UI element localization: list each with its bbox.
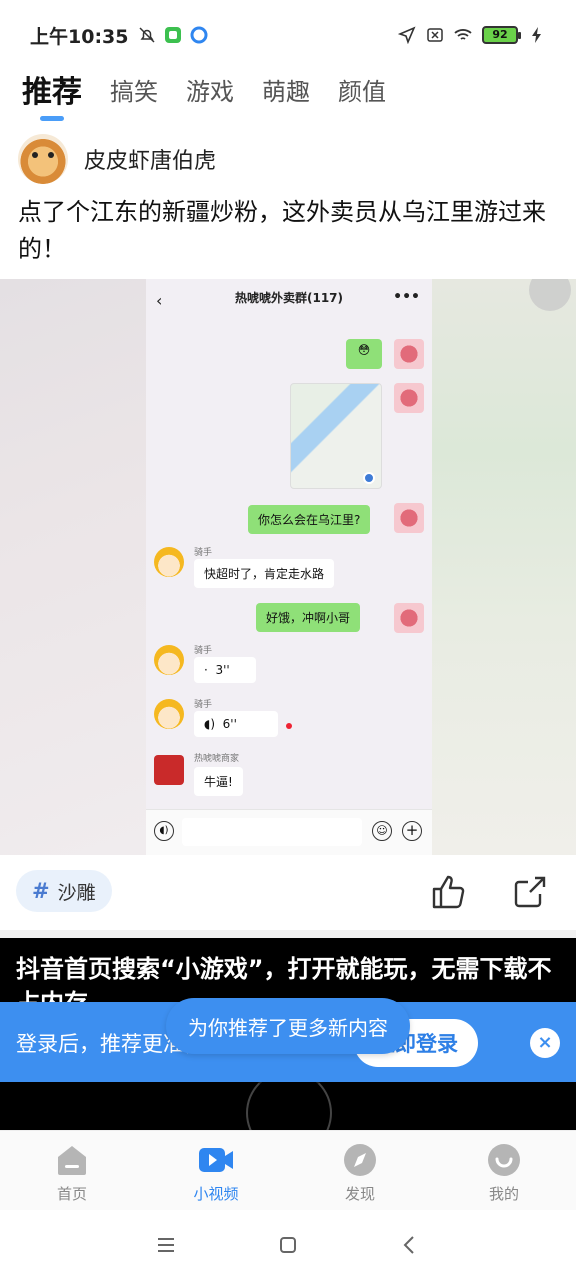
- chat-message: 你怎么会在乌江里?: [248, 505, 371, 534]
- chat-header: ‹ 热唬唬外卖群(117) •••: [146, 289, 432, 315]
- home-icon: [58, 1146, 86, 1175]
- chat-back-icon: ‹: [156, 291, 163, 310]
- chat-avatar-rider: [154, 645, 184, 675]
- tab-games[interactable]: 游戏: [186, 72, 234, 107]
- chat-message: 快超时了，肯定走水路: [194, 559, 335, 588]
- back-icon[interactable]: [399, 1234, 421, 1256]
- chat-sender: 热唬唬商家: [194, 754, 240, 764]
- author-name[interactable]: 皮皮虾唐伯虎: [84, 143, 216, 175]
- tab-recommend[interactable]: 推荐: [22, 67, 82, 121]
- post-author[interactable]: 皮皮虾唐伯虎: [18, 132, 216, 186]
- chat-screenshot: ‹ 热唬唬外卖群(117) ••• 😳 你怎么会在乌江里? 骑手 快超时了，肯定…: [146, 279, 571, 855]
- voice-message: · 3'': [194, 657, 256, 683]
- media-blur-left: [0, 279, 146, 855]
- chat-more-icon: •••: [393, 289, 420, 305]
- system-nav-bar: [0, 1210, 576, 1280]
- status-left-icons: [138, 26, 208, 44]
- status-bar: 上午10:35 92: [0, 0, 576, 70]
- section-divider: [0, 930, 576, 938]
- tab-cute[interactable]: 萌趣: [262, 72, 310, 107]
- chat-avatar-me: [394, 603, 424, 633]
- emoji-icon: ☺: [372, 821, 392, 841]
- chat-map-message: [290, 383, 382, 489]
- app-notification-icon: [165, 27, 182, 43]
- charging-icon: [532, 27, 541, 43]
- nav-discover-label: 发现: [344, 1185, 375, 1203]
- profile-icon: [488, 1144, 520, 1176]
- map-pin-icon: [363, 472, 375, 484]
- tab-funny[interactable]: 搞笑: [110, 72, 158, 107]
- bottom-nav: 首页 小视频 发现 我的: [0, 1130, 576, 1210]
- home-square-icon[interactable]: [277, 1234, 299, 1256]
- status-time: 上午10:35: [30, 25, 129, 48]
- voice-input-icon: ◖): [154, 821, 174, 841]
- chat-sender: 骑手: [194, 646, 213, 656]
- nav-home-label: 首页: [56, 1185, 87, 1203]
- chat-input-bar: ◖) ☺ +: [146, 809, 432, 855]
- mute-notification-icon: [139, 27, 156, 43]
- chat-avatar-me: [394, 383, 424, 413]
- chat-message: 牛逼!: [194, 767, 243, 796]
- topic-tag[interactable]: # 沙雕: [16, 870, 112, 912]
- compass-icon: [344, 1144, 376, 1176]
- chat-group-name: 热唬唬外卖群(117): [234, 291, 344, 305]
- plus-icon: +: [402, 821, 422, 841]
- nav-discover[interactable]: 发现: [288, 1131, 432, 1210]
- chat-avatar-me: [394, 503, 424, 533]
- voice-message: ◖) 6'': [194, 711, 278, 737]
- wifi-icon: [454, 29, 472, 40]
- tab-looks[interactable]: 颜值: [338, 72, 386, 107]
- location-icon: [398, 26, 416, 44]
- post-actions: # 沙雕: [0, 870, 576, 916]
- hashtag-icon: #: [32, 879, 50, 903]
- chat-avatar-me: [394, 339, 424, 369]
- chat-avatar-rider: [154, 699, 184, 729]
- media-blur-right: [430, 279, 576, 855]
- battery-indicator: 92: [482, 26, 521, 44]
- status-right-icons: 92: [398, 26, 546, 44]
- chat-avatar-rider: [154, 547, 184, 577]
- voice-duration: 3'': [215, 663, 230, 677]
- nav-profile-label: 我的: [488, 1185, 519, 1203]
- voice-duration: 6'': [222, 717, 237, 731]
- topic-tag-label: 沙雕: [57, 881, 96, 904]
- nav-short-video-label: 小视频: [193, 1185, 239, 1203]
- nav-profile[interactable]: 我的: [432, 1131, 576, 1210]
- toast-message: 为你推荐了更多新内容: [166, 998, 410, 1054]
- chat-sender: 骑手: [194, 700, 213, 710]
- nav-home[interactable]: 首页: [0, 1131, 144, 1210]
- video-icon: [199, 1148, 233, 1172]
- unread-dot: [286, 723, 292, 729]
- post-title[interactable]: 点了个江东的新疆炒粉，这外卖员从乌江里游过来的！: [18, 194, 558, 268]
- chat-text-field: [182, 818, 362, 846]
- chat-sender: 骑手: [194, 548, 213, 558]
- post-media[interactable]: ‹ 热唬唬外卖群(117) ••• 😳 你怎么会在乌江里? 骑手 快超时了，肯定…: [0, 279, 576, 855]
- menu-icon[interactable]: [155, 1234, 177, 1256]
- close-banner-button[interactable]: ×: [530, 1028, 560, 1058]
- thumbs-up-icon[interactable]: [428, 872, 468, 912]
- chat-message: 好饿，冲啊小哥: [256, 603, 361, 632]
- chat-avatar-shop: [154, 755, 184, 785]
- nav-short-video[interactable]: 小视频: [144, 1131, 288, 1210]
- browser-notification-icon: [190, 26, 208, 44]
- no-sim-icon: [427, 28, 443, 42]
- category-tabs: 推荐 搞笑 游戏 萌趣 颜值: [0, 64, 576, 121]
- chat-emoji-bubble: 😳: [346, 339, 382, 369]
- author-avatar[interactable]: [18, 134, 68, 184]
- share-icon[interactable]: [510, 872, 550, 912]
